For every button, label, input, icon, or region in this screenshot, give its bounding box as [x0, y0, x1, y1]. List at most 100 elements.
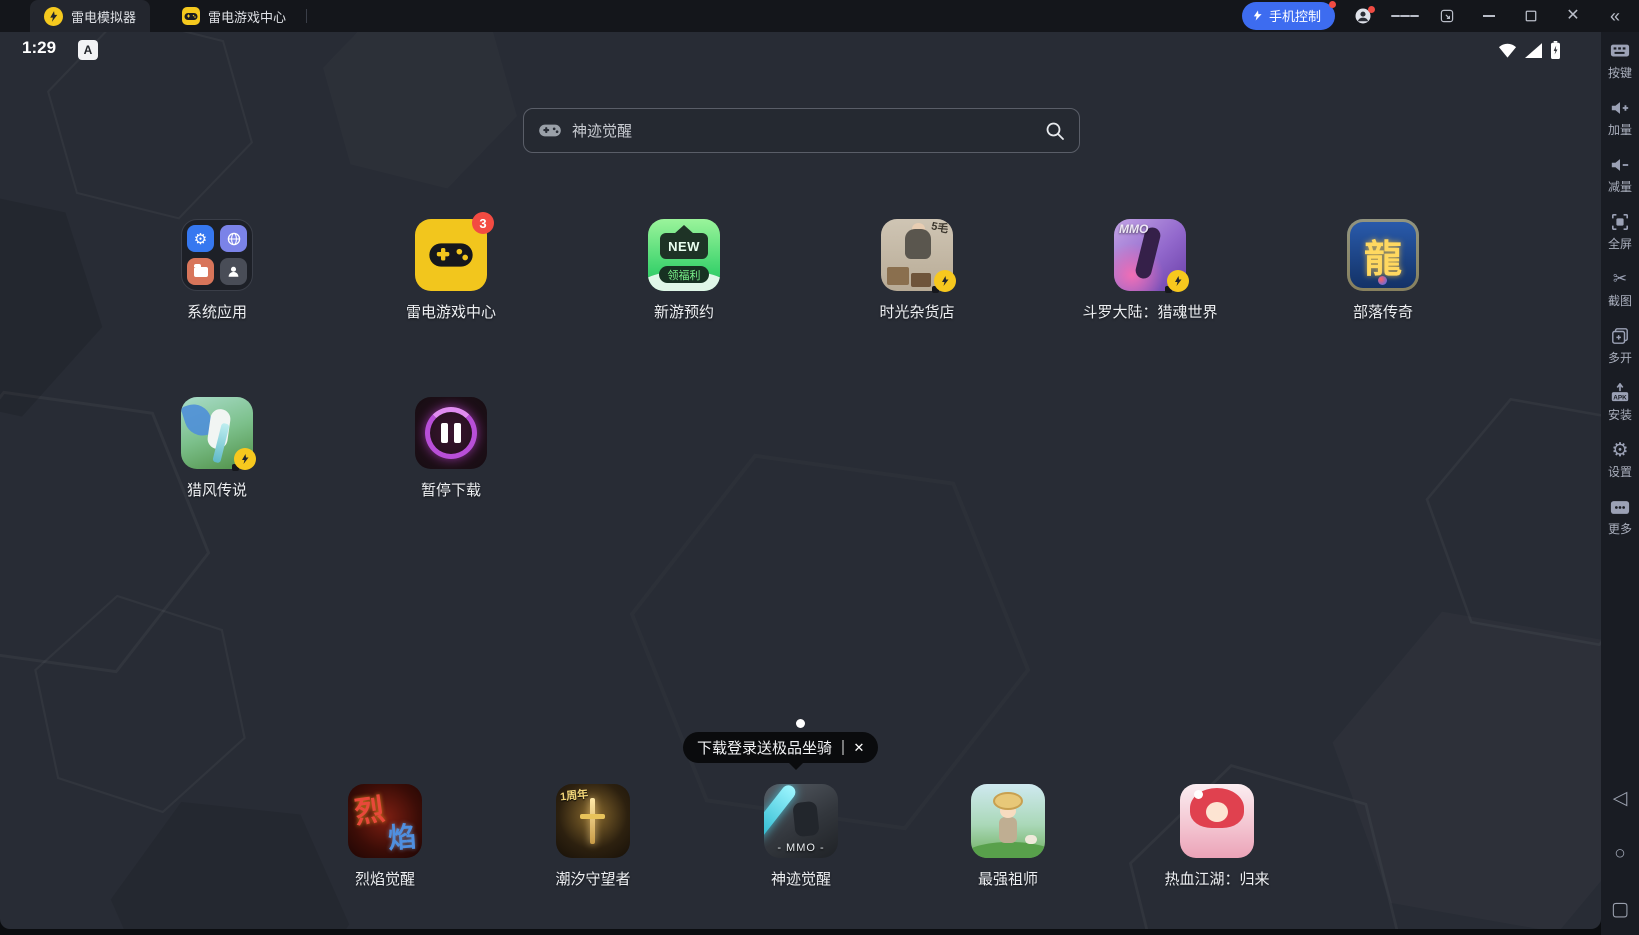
grocery-app-icon: 5毛	[881, 219, 956, 294]
lightning-icon	[1253, 10, 1262, 21]
anniversary-tag: 1周年	[559, 788, 589, 804]
promo-text: 下载登录送极品坐骑	[697, 740, 833, 757]
toolbar-screenshot-button[interactable]: ✂ 截图	[1608, 268, 1632, 309]
toolbar-keymapping-button[interactable]: 按键	[1608, 40, 1632, 81]
app-system-folder[interactable]: ⚙ 系统应用	[137, 219, 297, 322]
toolbar-volume-up-button[interactable]: 加量	[1608, 97, 1632, 138]
app-jianghu-return[interactable]: 热血江湖：归来	[1137, 784, 1297, 889]
tab-game-center-label: 雷电游戏中心	[208, 9, 287, 25]
status-icons	[1498, 41, 1561, 59]
maximize-button[interactable]	[1517, 4, 1545, 28]
collapse-toolbar-button[interactable]: «	[1601, 4, 1629, 28]
menu-button[interactable]	[1391, 4, 1419, 28]
character-decor	[905, 229, 931, 259]
gamepad-icon	[429, 243, 473, 267]
toolbar-label: 设置	[1607, 465, 1632, 479]
straw-hat-decor	[993, 792, 1023, 810]
status-clock: 1:29	[22, 38, 57, 57]
toolbar-fullscreen-button[interactable]: 全屏	[1608, 211, 1632, 252]
gear-icon: ⚙	[1611, 439, 1629, 461]
android-nav-buttons: ◁ ○ ▢	[1601, 787, 1639, 921]
toolbar-label: 按键	[1607, 66, 1632, 80]
toolbar-label: 多开	[1607, 351, 1632, 365]
tab-separator	[306, 9, 308, 23]
app-miracle-awakening[interactable]: - MMO - 神迹觉醒	[721, 784, 881, 889]
tooltip-close-icon[interactable]: ✕	[854, 740, 865, 756]
apk-install-icon: APK	[1609, 382, 1631, 404]
emulator-window: 雷电模拟器 雷电游戏中心 手机控制 ✕ « 1:29 A 神迹觉醒 ⚙ 系统应用…	[0, 0, 1639, 935]
boss-key-icon	[1440, 9, 1454, 23]
toolbar-label: 全屏	[1607, 237, 1632, 251]
toolbar-label: 更多	[1607, 522, 1632, 536]
search-query-text: 神迹觉醒	[572, 123, 633, 140]
nav-recents-button[interactable]: ▢	[1611, 898, 1629, 921]
app-tribal-legend[interactable]: 龍 部落传奇	[1303, 219, 1463, 322]
close-icon: ✕	[1566, 7, 1580, 24]
apk-text: APK	[1613, 394, 1627, 401]
app-label: 暂停下载	[420, 482, 481, 499]
miracle-awakening-app-icon: - MMO -	[764, 784, 838, 858]
titlebar-controls: 手机控制 ✕ «	[1241, 1, 1639, 30]
app-label: 时光杂货店	[879, 304, 955, 321]
app-tide-watcher[interactable]: 1周年 潮汐守望者	[513, 784, 673, 889]
settings-mini-icon: ⚙	[187, 225, 214, 252]
app-label: 雷电游戏中心	[405, 304, 496, 321]
nav-back-button[interactable]: ◁	[1613, 787, 1628, 810]
app-grocery[interactable]: 5毛 时光杂货店	[837, 219, 997, 322]
app-new-games[interactable]: NEW 领福利 新游预约	[604, 219, 764, 322]
ldstore-badge-icon	[932, 270, 956, 294]
app-paused-download[interactable]: 暂停下载	[371, 397, 531, 500]
calligraphy-char: 焰	[387, 821, 418, 854]
character-decor	[1206, 802, 1228, 822]
keyboard-icon	[1609, 40, 1631, 62]
flower-decor	[1194, 790, 1203, 799]
orb-decor	[1378, 276, 1387, 285]
multi-instance-icon	[1609, 325, 1631, 347]
app-label: 新游预约	[653, 304, 714, 321]
tab-emulator[interactable]: 雷电模拟器	[30, 0, 151, 32]
app-flame-awakening[interactable]: 烈 焰 烈焰觉醒	[305, 784, 465, 889]
game-search-bar[interactable]: 神迹觉醒	[523, 108, 1080, 153]
app-hunting-wind[interactable]: 猎风传说	[137, 397, 297, 500]
toolbar-volume-down-button[interactable]: 减量	[1608, 154, 1632, 195]
close-button[interactable]: ✕	[1559, 4, 1587, 28]
dragon-glyph: 龍	[1363, 238, 1402, 281]
toolbar-install-apk-button[interactable]: APK 安装	[1608, 382, 1632, 423]
maximize-icon	[1525, 10, 1537, 22]
search-icon[interactable]	[1045, 121, 1065, 141]
app-label: 神迹觉醒	[770, 871, 831, 888]
progress-ring	[425, 407, 477, 459]
update-count-badge: 3	[472, 212, 494, 234]
account-button[interactable]	[1349, 4, 1377, 28]
sword-decor	[590, 798, 595, 844]
game-center-app-icon: 3	[415, 212, 494, 291]
boss-key-button[interactable]	[1433, 4, 1461, 28]
tab-game-center[interactable]: 雷电游戏中心	[168, 0, 300, 32]
calligraphy-char: 烈	[352, 793, 387, 830]
toolbar-label: 减量	[1607, 180, 1632, 194]
app-douluo[interactable]: MMO 斗罗大陆：猎魂世界	[1070, 219, 1230, 322]
browser-mini-icon	[220, 225, 247, 252]
toolbar-more-button[interactable]: 更多	[1608, 496, 1632, 537]
scissors-icon: ✂	[1612, 269, 1628, 288]
nav-home-button[interactable]: ○	[1614, 843, 1625, 865]
app-label: 烈焰觉醒	[354, 871, 415, 888]
phone-control-label: 手机控制	[1268, 9, 1321, 24]
toolbar-settings-button[interactable]: ⚙ 设置	[1608, 439, 1632, 480]
phone-control-button[interactable]: 手机控制	[1241, 1, 1336, 30]
toolbar-multi-instance-button[interactable]: 多开	[1608, 325, 1632, 366]
tab-emulator-label: 雷电模拟器	[71, 9, 137, 25]
app-game-center[interactable]: 3 雷电游戏中心	[371, 212, 531, 322]
app-strongest-master[interactable]: 最强祖师	[928, 784, 1088, 889]
toolbar-label: 截图	[1607, 294, 1632, 308]
app-label: 潮汐守望者	[555, 871, 631, 888]
toolbar-label: 加量	[1607, 123, 1632, 137]
flame-awakening-app-icon: 烈 焰	[348, 784, 422, 858]
volume-down-icon	[1609, 154, 1631, 176]
contacts-mini-icon	[220, 258, 247, 285]
minimize-button[interactable]	[1475, 4, 1503, 28]
mmo-tag: MMO	[1119, 222, 1149, 236]
pause-icon	[454, 423, 461, 443]
collapse-icon: «	[1609, 6, 1620, 26]
fullscreen-icon	[1609, 211, 1631, 233]
